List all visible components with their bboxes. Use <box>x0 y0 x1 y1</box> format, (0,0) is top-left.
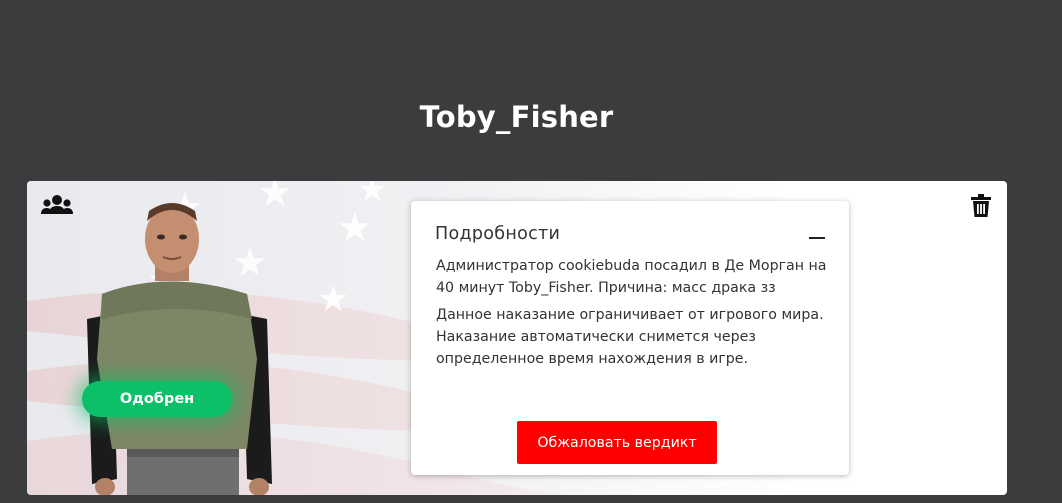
details-panel: Подробности Администратор cookiebuda пос… <box>411 201 849 475</box>
punishment-card: ★ ★ ★ ★ ★ ★ ★ <box>27 181 1007 495</box>
character-avatar <box>87 203 272 495</box>
punishment-text: Администратор cookiebuda посадил в Де Мо… <box>436 258 827 296</box>
trash-icon[interactable] <box>971 194 991 218</box>
punishment-info-text: Данное наказание ограничивает от игровог… <box>436 307 824 367</box>
status-badge[interactable]: Одобрен <box>82 381 232 417</box>
appeal-button[interactable]: Обжаловать вердикт <box>517 421 717 464</box>
details-title: Подробности <box>435 224 561 244</box>
minus-icon[interactable] <box>809 225 825 245</box>
page-title: Toby_Fisher <box>419 100 614 134</box>
